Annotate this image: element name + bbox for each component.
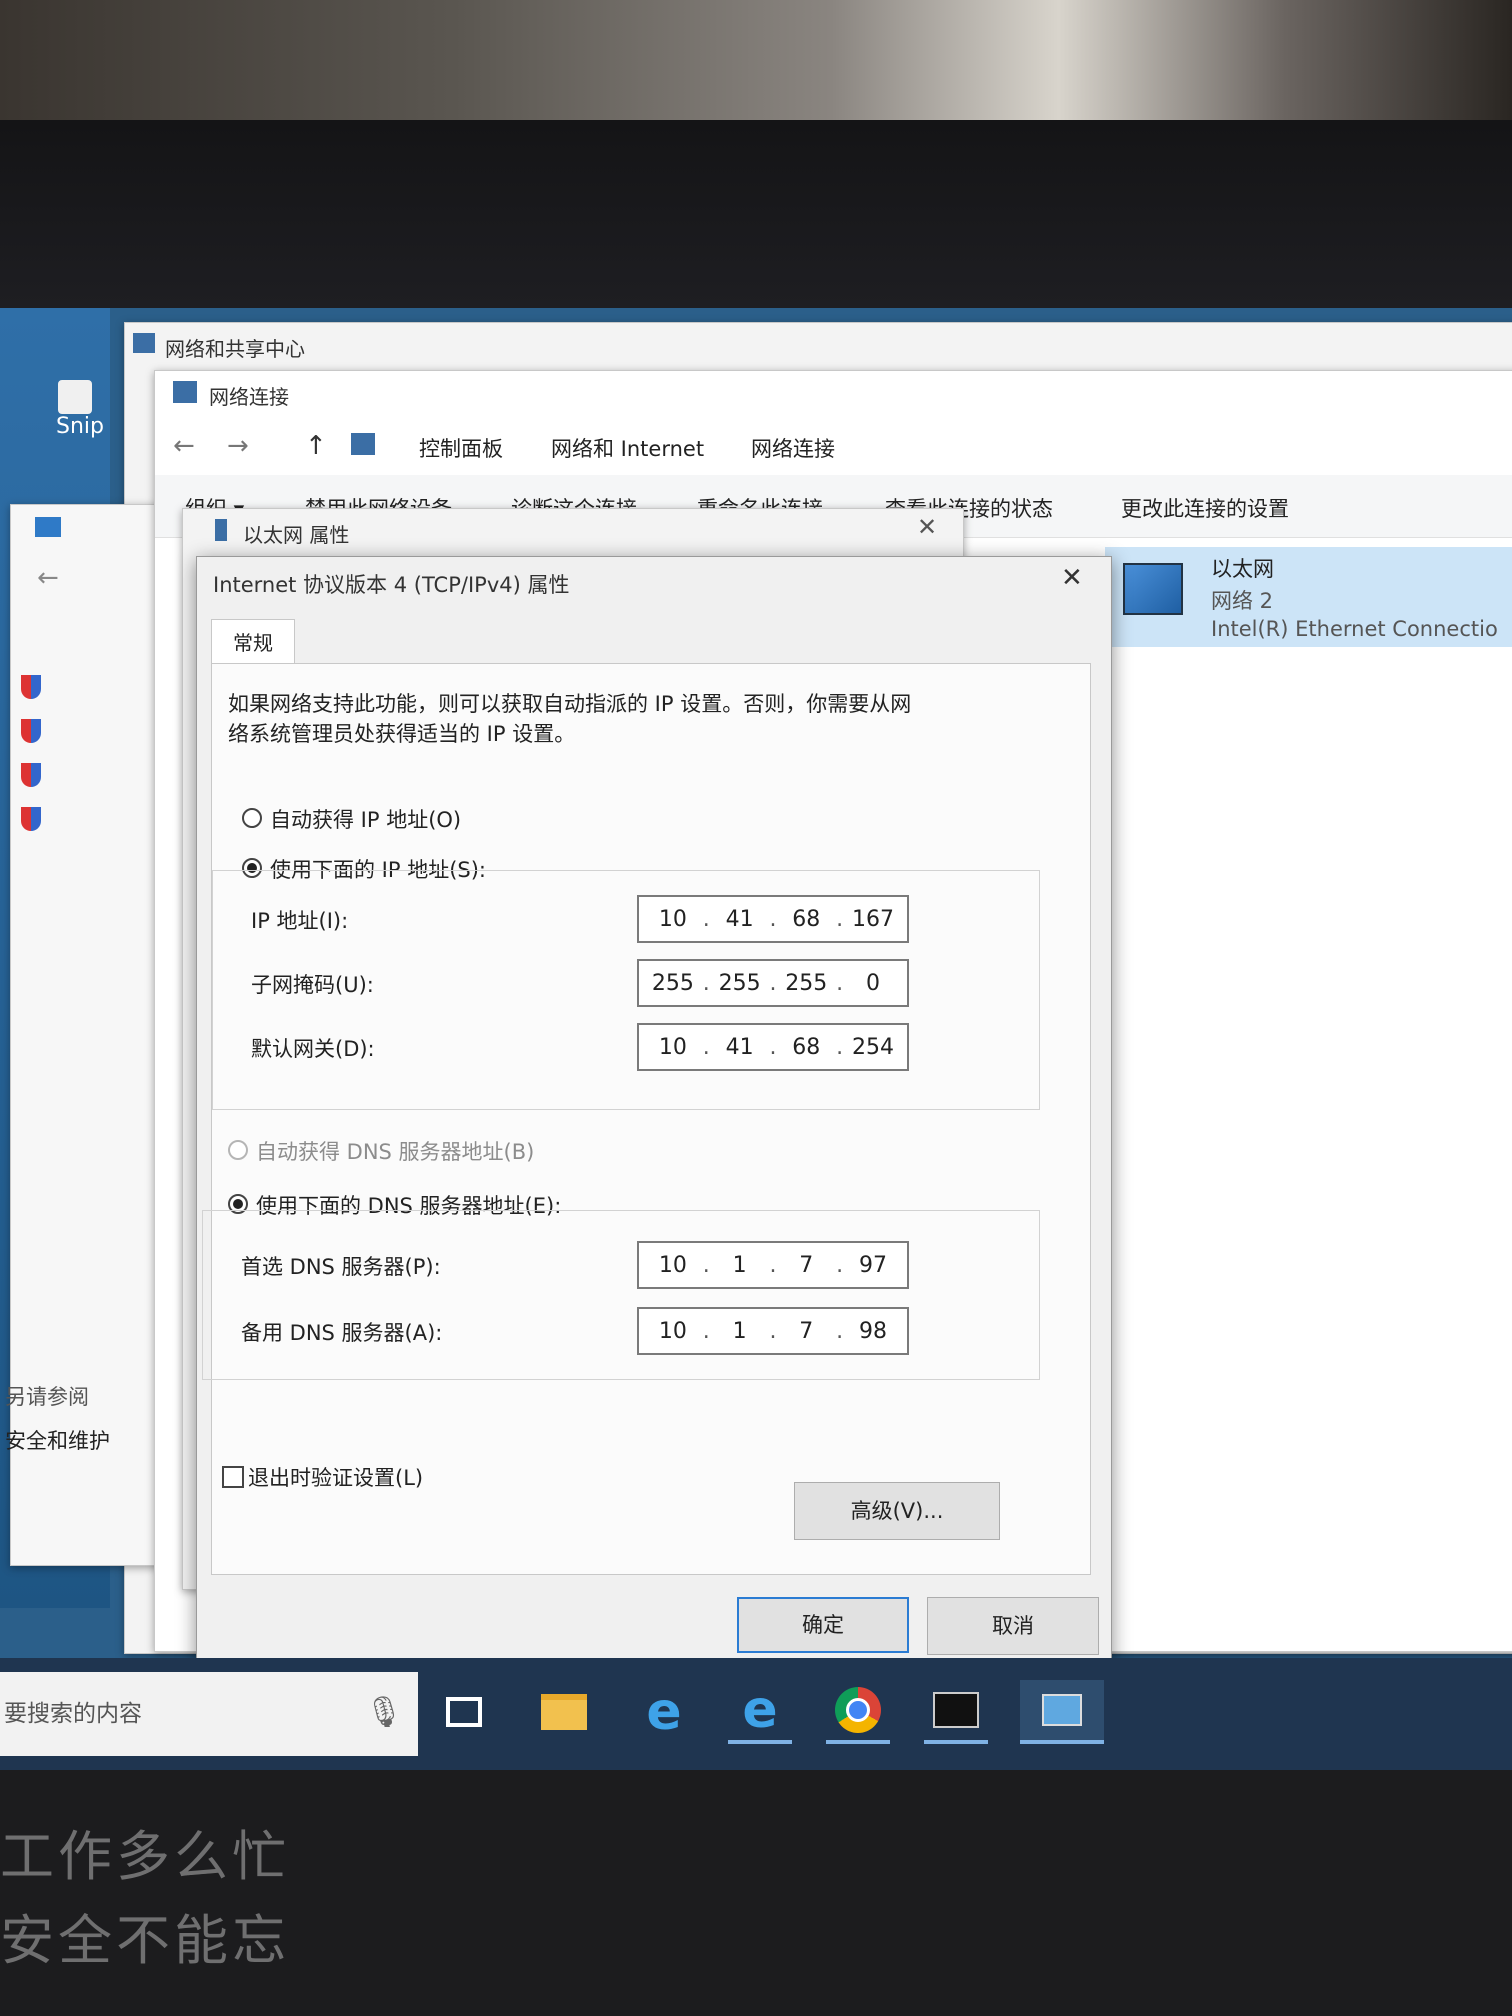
- ip-octet: 98: [858, 1318, 887, 1344]
- close-icon[interactable]: ✕: [917, 513, 937, 541]
- address-bar: ← → ↑ 控制面板 网络和 Internet 网络连接: [155, 417, 1512, 476]
- shield-icon: [21, 719, 41, 743]
- adapter-item[interactable]: 以太网 网络 2 Intel(R) Ethernet Connectio: [1105, 547, 1512, 647]
- screen: Snip 网络和共享中心 ← 另请参阅 安全和维护 网络连接 ← → ↑ 控制面…: [0, 308, 1512, 1770]
- ip-octet: 255: [718, 970, 761, 996]
- auto-ip-radio[interactable]: [242, 808, 262, 828]
- change-settings-button[interactable]: 更改此连接的设置: [1121, 493, 1289, 523]
- subnet-mask-field[interactable]: 255. 255. 255. 0: [637, 959, 909, 1007]
- ip-octet: 255: [785, 970, 828, 996]
- general-tab-panel: 如果网络支持此功能，则可以获取自动指派的 IP 设置。否则，你需要从网 络系统管…: [202, 663, 1091, 1575]
- tab-general[interactable]: 常规: [211, 619, 295, 666]
- preferred-dns-field[interactable]: 10. 1. 7. 97: [637, 1241, 909, 1289]
- cmd-icon[interactable]: [924, 1680, 988, 1744]
- ip-octet: 0: [865, 970, 880, 996]
- ip-octet: 7: [799, 1252, 814, 1278]
- window-title: 网络和共享中心: [165, 337, 305, 361]
- ip-settings-group: IP 地址(I): 10. 41. 68. 167 子网掩码(U): 255. …: [212, 870, 1040, 1110]
- adapter-device: Intel(R) Ethernet Connectio: [1211, 617, 1498, 641]
- ethernet-props-icon: [215, 519, 227, 541]
- cancel-button[interactable]: 取消: [927, 1597, 1099, 1655]
- intro-line-1: 如果网络支持此功能，则可以获取自动指派的 IP 设置。否则，你需要从网: [228, 692, 912, 716]
- alternate-dns-label: 备用 DNS 服务器(A):: [241, 1321, 443, 1345]
- ok-button[interactable]: 确定: [737, 1597, 909, 1653]
- snip-icon[interactable]: [58, 380, 92, 414]
- breadcrumb-network-internet[interactable]: 网络和 Internet: [551, 433, 704, 463]
- ip-octet: 10: [658, 906, 687, 932]
- shield-icon: [21, 763, 41, 787]
- ip-octet: 97: [858, 1252, 887, 1278]
- ip-address-field[interactable]: 10. 41. 68. 167: [637, 895, 909, 943]
- ip-octet: 255: [651, 970, 694, 996]
- ip-octet: 167: [851, 906, 894, 932]
- ip-octet: 68: [792, 906, 821, 932]
- auto-dns-label: 自动获得 DNS 服务器地址(B): [256, 1140, 535, 1164]
- breadcrumb-control-panel[interactable]: 控制面板: [419, 433, 503, 463]
- file-explorer-icon[interactable]: [532, 1680, 596, 1744]
- ip-octet: 7: [799, 1318, 814, 1344]
- ie-icon[interactable]: e: [632, 1680, 696, 1744]
- dialog-title: Internet 协议版本 4 (TCP/IPv4) 属性: [213, 573, 570, 597]
- dns-settings-group: 首选 DNS 服务器(P): 10. 1. 7. 97 备用 DNS 服务器(A…: [202, 1210, 1040, 1380]
- back-arrow-icon[interactable]: ←: [37, 563, 59, 593]
- ip-octet: 68: [792, 1034, 821, 1060]
- auto-dns-radio[interactable]: [228, 1140, 248, 1160]
- control-panel-icon[interactable]: [1020, 1680, 1104, 1744]
- taskbar: 要搜索的内容 🎙 e e: [0, 1658, 1512, 1770]
- room-background: [0, 0, 1512, 130]
- ip-octet: 10: [658, 1252, 687, 1278]
- alternate-dns-field[interactable]: 10. 1. 7. 98: [637, 1307, 909, 1355]
- network-center-icon: [133, 333, 155, 353]
- ip-address-label: IP 地址(I):: [251, 909, 349, 933]
- monitor-bezel: [0, 120, 1512, 310]
- system-icon: [35, 517, 61, 537]
- wall-slogan-line-2: 安全不能忘: [0, 1909, 290, 1972]
- subnet-label: 子网掩码(U):: [251, 973, 374, 997]
- window-title: 以太网 属性: [243, 523, 350, 547]
- adapter-name: 以太网: [1211, 557, 1274, 581]
- window-title: 网络连接: [209, 385, 289, 409]
- ip-octet: 41: [725, 906, 754, 932]
- auto-ip-label: 自动获得 IP 地址(O): [270, 808, 462, 832]
- network-connections-icon: [173, 381, 197, 403]
- ip-octet: 10: [658, 1034, 687, 1060]
- security-maintenance-link[interactable]: 安全和维护: [5, 1425, 110, 1455]
- intro-line-2: 络系统管理员处获得适当的 IP 设置。: [228, 722, 576, 746]
- breadcrumb-network-connections[interactable]: 网络连接: [751, 433, 835, 463]
- gateway-label: 默认网关(D):: [251, 1037, 375, 1061]
- shield-icon: [21, 807, 41, 831]
- ip-octet: 41: [725, 1034, 754, 1060]
- back-button[interactable]: ←: [173, 431, 195, 461]
- ipv4-properties-dialog[interactable]: Internet 协议版本 4 (TCP/IPv4) 属性 ✕ 常规 如果网络支…: [196, 556, 1112, 1678]
- chrome-icon[interactable]: [826, 1680, 890, 1744]
- validate-on-exit-checkbox[interactable]: [222, 1466, 244, 1488]
- ip-octet: 10: [658, 1318, 687, 1344]
- shield-icon: [21, 675, 41, 699]
- wall-slogan-line-1: 工作多么忙: [0, 1825, 290, 1888]
- ip-octet: 1: [732, 1252, 747, 1278]
- forward-button[interactable]: →: [227, 431, 249, 461]
- ie-icon[interactable]: e: [728, 1680, 792, 1744]
- validate-on-exit-label: 退出时验证设置(L): [248, 1466, 424, 1490]
- microphone-icon[interactable]: 🎙: [352, 1680, 416, 1744]
- see-also-label: 另请参阅: [5, 1385, 89, 1409]
- control-panel-icon: [351, 433, 375, 455]
- ip-octet: 254: [851, 1034, 894, 1060]
- ethernet-adapter-icon: [1123, 563, 1183, 615]
- close-icon[interactable]: ✕: [1061, 563, 1083, 593]
- up-button[interactable]: ↑: [305, 431, 327, 461]
- advanced-button[interactable]: 高级(V)...: [794, 1482, 1000, 1540]
- default-gateway-field[interactable]: 10. 41. 68. 254: [637, 1023, 909, 1071]
- adapter-network: 网络 2: [1211, 589, 1274, 613]
- preferred-dns-label: 首选 DNS 服务器(P):: [241, 1255, 441, 1279]
- ip-octet: 1: [732, 1318, 747, 1344]
- task-view-icon[interactable]: [432, 1680, 496, 1744]
- desktop-icon-label: Snip: [56, 414, 104, 439]
